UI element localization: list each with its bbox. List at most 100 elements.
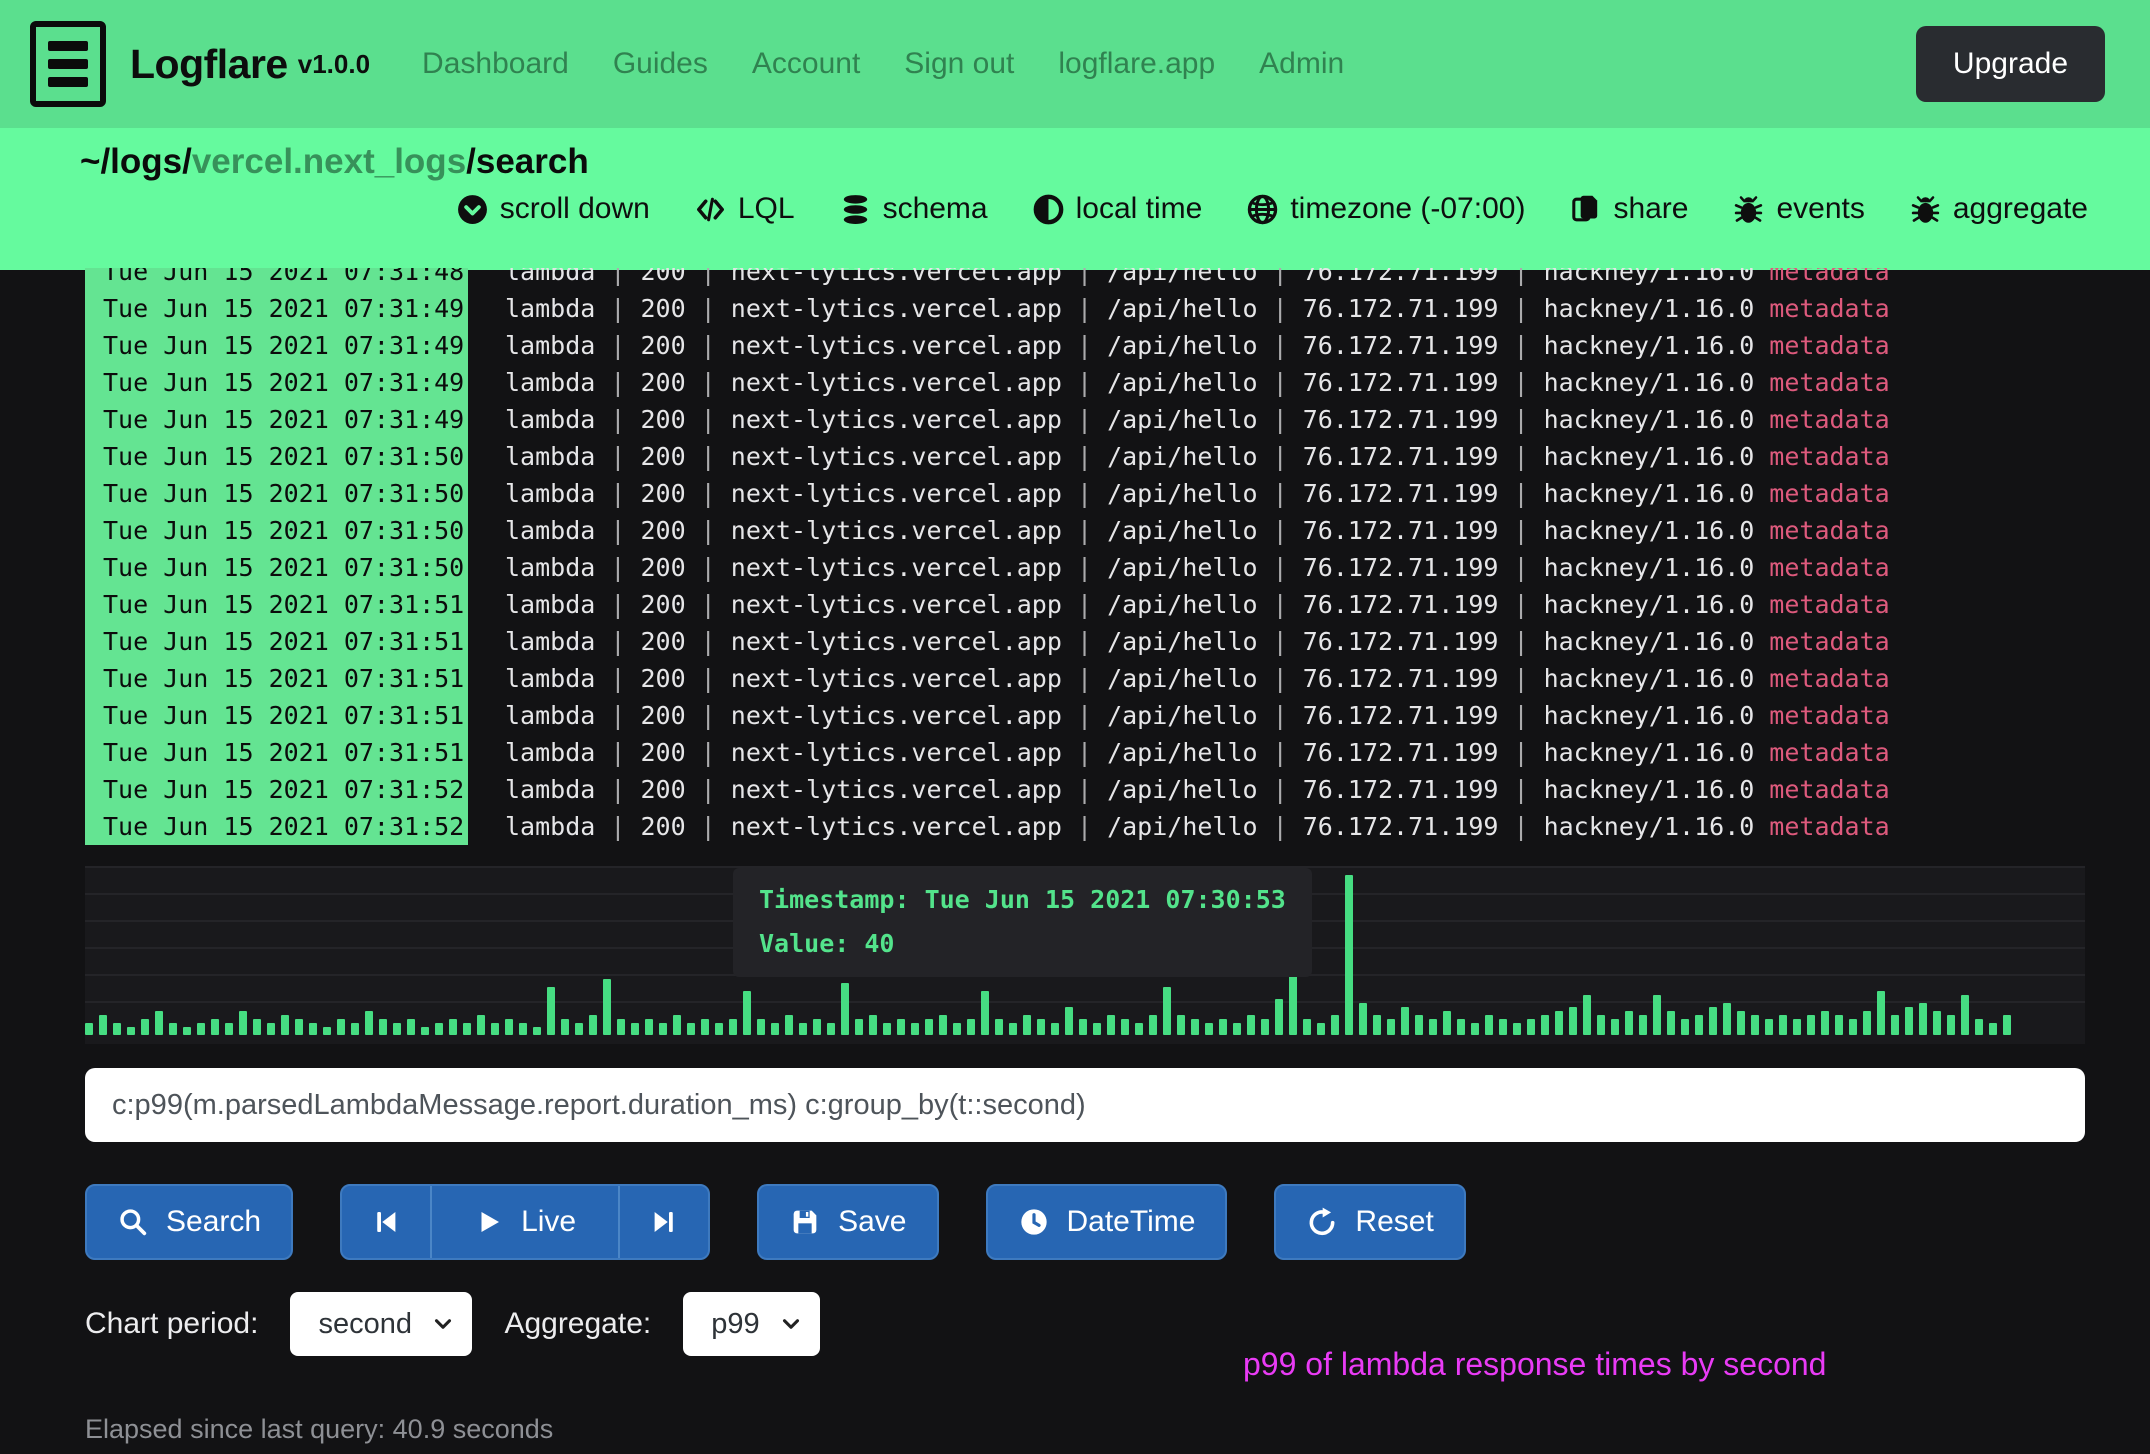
chart-bar[interactable]	[1723, 1003, 1731, 1035]
chart-bar[interactable]	[715, 1023, 723, 1035]
chart-bar[interactable]	[1989, 1023, 1997, 1035]
tool-timezone[interactable]: timezone (-07:00)	[1246, 192, 1525, 226]
chart-bar[interactable]	[267, 1023, 275, 1035]
aggregate-select[interactable]: p99	[683, 1292, 820, 1356]
search-button[interactable]: Search	[85, 1184, 293, 1260]
chart-bar[interactable]	[729, 1019, 737, 1035]
chart-bar[interactable]	[1611, 1019, 1619, 1035]
chart-bar[interactable]	[2003, 1015, 2011, 1035]
chart-bar[interactable]	[1275, 999, 1283, 1035]
metadata-link[interactable]: metadata	[1769, 590, 1889, 619]
chart-bar[interactable]	[1653, 995, 1661, 1035]
chart-bar[interactable]	[911, 1023, 919, 1035]
tool-share[interactable]: share	[1569, 192, 1688, 226]
metadata-link[interactable]: metadata	[1769, 516, 1889, 545]
chart-bar[interactable]	[253, 1019, 261, 1035]
chart-bar[interactable]	[939, 1015, 947, 1035]
chart-bar[interactable]	[1457, 1019, 1465, 1035]
chart-bar[interactable]	[589, 1015, 597, 1035]
chart-bar[interactable]	[1779, 1015, 1787, 1035]
chart-bar[interactable]	[1891, 1015, 1899, 1035]
chart-bar[interactable]	[1443, 1011, 1451, 1035]
metadata-link[interactable]: metadata	[1769, 479, 1889, 508]
chart-bar[interactable]	[1261, 1019, 1269, 1035]
chart-bar[interactable]	[1807, 1015, 1815, 1035]
chart-bar[interactable]	[351, 1023, 359, 1035]
chart-bar[interactable]	[631, 1023, 639, 1035]
chart-bar[interactable]	[1233, 1023, 1241, 1035]
metadata-link[interactable]: metadata	[1769, 627, 1889, 656]
chart-bar[interactable]	[1919, 1003, 1927, 1035]
chart-bar[interactable]	[1737, 1011, 1745, 1035]
chart-bar[interactable]	[1695, 1015, 1703, 1035]
nav-dashboard[interactable]: Dashboard	[422, 47, 569, 81]
chart-bar[interactable]	[743, 991, 751, 1035]
datetime-button[interactable]: DateTime	[986, 1184, 1228, 1260]
chart-bar[interactable]	[1135, 1023, 1143, 1035]
chart-bar[interactable]	[659, 1023, 667, 1035]
chart-bar[interactable]	[197, 1023, 205, 1035]
chart-bar[interactable]	[169, 1023, 177, 1035]
chart-bar[interactable]	[1163, 987, 1171, 1035]
chart-bar[interactable]	[309, 1023, 317, 1035]
chart-bar[interactable]	[841, 983, 849, 1035]
metadata-link[interactable]: metadata	[1769, 294, 1889, 323]
chart-bar[interactable]	[1387, 1019, 1395, 1035]
chart-bar[interactable]	[183, 1027, 191, 1035]
chart-bar[interactable]	[491, 1023, 499, 1035]
chart-bar[interactable]	[1975, 1019, 1983, 1035]
chart-bar[interactable]	[1107, 1015, 1115, 1035]
nav-logflare-app[interactable]: logflare.app	[1058, 47, 1215, 81]
chart-bar[interactable]	[1331, 1015, 1339, 1035]
chart-bar[interactable]	[505, 1019, 513, 1035]
tool-lql[interactable]: LQL	[694, 192, 795, 226]
chart-bar[interactable]	[407, 1019, 415, 1035]
chart-bar[interactable]	[1051, 1023, 1059, 1035]
chart-bar[interactable]	[645, 1019, 653, 1035]
chart-bar[interactable]	[435, 1023, 443, 1035]
metadata-link[interactable]: metadata	[1769, 812, 1889, 841]
metadata-link[interactable]: metadata	[1769, 368, 1889, 397]
chart-bar[interactable]	[561, 1019, 569, 1035]
chart-bar[interactable]	[1961, 995, 1969, 1035]
skip-back-button[interactable]	[342, 1186, 430, 1258]
chart-bar[interactable]	[1821, 1011, 1829, 1035]
chart-bar[interactable]	[1191, 1019, 1199, 1035]
chart-bar[interactable]	[211, 1019, 219, 1035]
chart-bar[interactable]	[1947, 1015, 1955, 1035]
chart-bar[interactable]	[1625, 1011, 1633, 1035]
chart-bar[interactable]	[673, 1015, 681, 1035]
chart-bar[interactable]	[1289, 975, 1297, 1035]
metadata-link[interactable]: metadata	[1769, 553, 1889, 582]
chart-bar[interactable]	[1667, 1011, 1675, 1035]
chart-bar[interactable]	[687, 1023, 695, 1035]
chart-bar[interactable]	[1247, 1015, 1255, 1035]
metadata-link[interactable]: metadata	[1769, 701, 1889, 730]
chart-bar[interactable]	[323, 1027, 331, 1035]
nav-guides[interactable]: Guides	[613, 47, 708, 81]
metadata-link[interactable]: metadata	[1769, 268, 1889, 286]
chart-bar[interactable]	[365, 1011, 373, 1035]
chart-bar[interactable]	[1541, 1015, 1549, 1035]
chart-bar[interactable]	[1583, 995, 1591, 1035]
chart-bar[interactable]	[477, 1015, 485, 1035]
chart-bar[interactable]	[855, 1019, 863, 1035]
chart-bar[interactable]	[981, 991, 989, 1035]
metadata-link[interactable]: metadata	[1769, 775, 1889, 804]
breadcrumb-source-link[interactable]: vercel.next_logs	[192, 142, 466, 181]
chart-bar[interactable]	[1555, 1011, 1563, 1035]
chart-bar[interactable]	[1765, 1019, 1773, 1035]
chart-bar[interactable]	[1751, 1015, 1759, 1035]
chart-bar[interactable]	[1359, 1003, 1367, 1035]
metadata-link[interactable]: metadata	[1769, 664, 1889, 693]
chart-bar[interactable]	[1177, 1015, 1185, 1035]
chart-bar[interactable]	[897, 1019, 905, 1035]
chart-bar[interactable]	[141, 1019, 149, 1035]
chart-bar[interactable]	[1429, 1019, 1437, 1035]
chart-bar[interactable]	[869, 1015, 877, 1035]
chart-bar[interactable]	[925, 1019, 933, 1035]
chart-bar[interactable]	[463, 1023, 471, 1035]
chart-bar[interactable]	[155, 1011, 163, 1035]
chart-bar[interactable]	[1303, 1019, 1311, 1035]
chart-bar[interactable]	[1681, 1019, 1689, 1035]
